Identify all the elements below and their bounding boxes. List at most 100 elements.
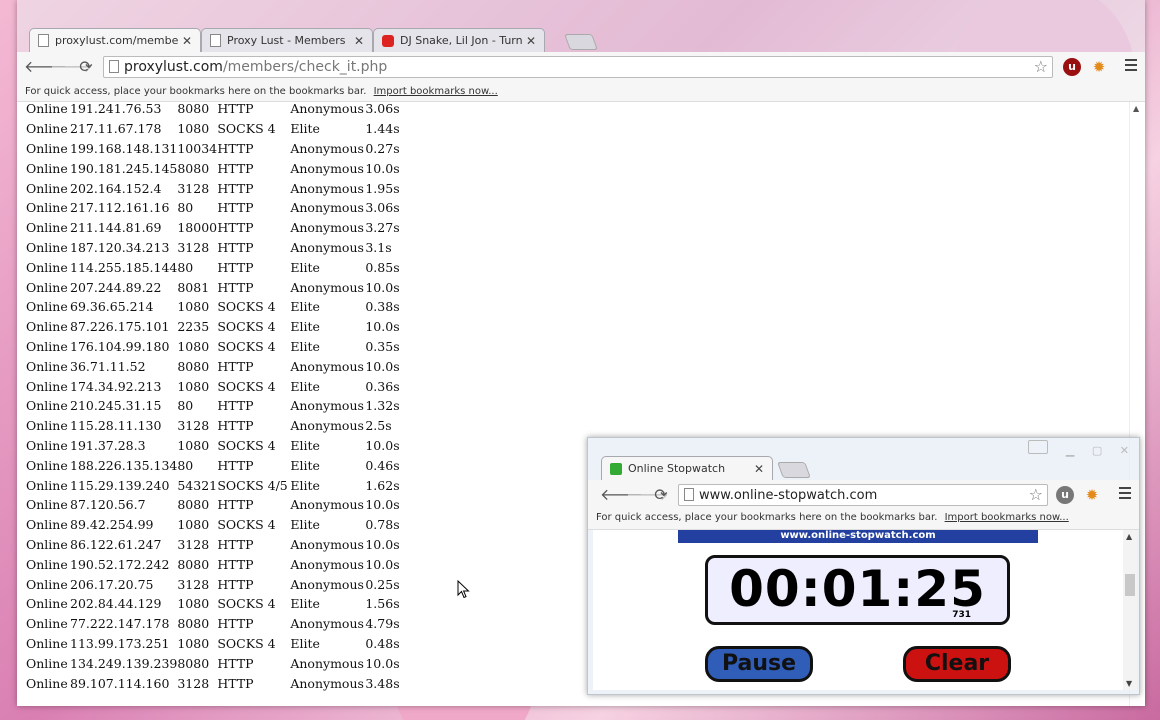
ip-cell: 174.34.92.213 (70, 378, 162, 394)
table-row: Online 174.34.92.213 1080 SOCKS 4 Elite 0.36s (26, 376, 405, 396)
import-bookmarks-link[interactable]: Import bookmarks now... (945, 512, 1069, 523)
scroll-up-icon[interactable]: ▲ (1133, 104, 1139, 113)
window-controls: ▁ ▢ ✕ (1028, 440, 1129, 457)
forward-arrow-icon[interactable]: 🡒 (50, 58, 93, 76)
scroll-thumb[interactable] (1125, 574, 1135, 596)
table-row: Online 188.226.135.134 80 HTTP Elite 0.46s (26, 455, 405, 475)
bookmarks-hint: For quick access, place your bookmarks h… (596, 512, 938, 523)
anonymity-cell: Anonymous (290, 497, 364, 513)
stopwatch-favicon (610, 462, 622, 475)
pause-button[interactable]: Pause (705, 646, 813, 682)
ip-cell: 36.71.11.52 (70, 358, 146, 374)
speed-cell: 3.1s (365, 239, 392, 255)
extension-gear-icon[interactable]: ✹ (1090, 58, 1108, 76)
bookmarks-bar: For quick access, place your bookmarks h… (588, 508, 1139, 530)
type-cell: HTTP (217, 279, 254, 295)
port-cell: 8080 (177, 497, 210, 513)
anonymity-cell: Anonymous (290, 418, 364, 434)
type-cell: HTTP (217, 102, 254, 117)
type-cell: SOCKS 4/5 (217, 477, 288, 493)
port-cell: 1080 (177, 121, 210, 137)
scroll-down-icon[interactable]: ▼ (1126, 679, 1132, 688)
speed-cell: 10.0s (365, 160, 400, 176)
speed-cell: 10.0s (365, 497, 400, 513)
anonymity-cell: Anonymous (290, 576, 364, 592)
tab-online-stopwatch[interactable]: Online Stopwatch ✕ (601, 456, 773, 480)
speed-cell: 10.0s (365, 319, 400, 335)
type-cell: HTTP (217, 418, 254, 434)
profile-icon[interactable] (1028, 440, 1049, 454)
close-tab-icon[interactable]: ✕ (754, 462, 764, 476)
speed-cell: 0.85s (365, 259, 400, 275)
scroll-up-icon[interactable]: ▲ (1126, 532, 1132, 541)
speed-cell: 0.25s (365, 576, 400, 592)
tab-youtube[interactable]: DJ Snake, Lil Jon - Turn ✕ (373, 28, 545, 52)
reload-icon[interactable]: ⟳ (651, 486, 671, 504)
address-bar[interactable]: www.online-stopwatch.com ☆ (678, 484, 1048, 506)
page-icon (109, 60, 119, 73)
speed-cell: 1.56s (365, 596, 400, 612)
back-arrow-icon[interactable]: 🡐 (600, 486, 643, 504)
status-cell: Online (26, 437, 68, 453)
toolbar: 🡐 🡒 ⟳ proxylust.com/members/check_it.php… (17, 52, 1145, 82)
status-cell: Online (26, 121, 68, 137)
status-cell: Online (26, 102, 68, 117)
type-cell: HTTP (217, 358, 254, 374)
status-cell: Online (26, 259, 68, 275)
tab-proxylust-members[interactable]: Proxy Lust - Members Pa ✕ (201, 28, 373, 52)
url-host: proxylust.com (124, 59, 223, 75)
new-tab-button[interactable] (564, 34, 598, 50)
tab-title: Online Stopwatch (628, 462, 726, 475)
menu-icon[interactable] (1125, 59, 1137, 74)
url-text: www.online-stopwatch.com (699, 487, 878, 503)
table-row: Online 115.28.11.130 3128 HTTP Anonymous 2.5s (26, 416, 405, 436)
import-bookmarks-link[interactable]: Import bookmarks now... (374, 86, 498, 97)
ublock-icon[interactable]: u (1056, 486, 1074, 504)
page-icon (684, 488, 694, 501)
table-row: Online 211.144.81.69 18000 HTTP Anonymous 3.2… (26, 218, 405, 238)
new-tab-button[interactable] (777, 462, 811, 478)
close-tab-icon[interactable]: ✕ (354, 34, 364, 48)
speed-cell: 3.48s (365, 675, 400, 691)
status-cell: Online (26, 418, 68, 434)
ip-cell: 89.107.114.160 (70, 675, 170, 691)
close-tab-icon[interactable]: ✕ (182, 34, 192, 48)
ip-cell: 206.17.20.75 (70, 576, 154, 592)
ip-cell: 115.28.11.130 (70, 418, 162, 434)
close-tab-icon[interactable]: ✕ (526, 34, 536, 48)
table-row: Online 115.29.139.240 54321 SOCKS 4/5 Elite 1… (26, 475, 405, 495)
port-cell: 8081 (177, 279, 210, 295)
ip-cell: 187.120.34.213 (70, 239, 170, 255)
ip-cell: 207.244.89.22 (70, 279, 162, 295)
tab-proxylust-check[interactable]: proxylust.com/members/c ✕ (29, 28, 201, 52)
forward-arrow-icon[interactable]: 🡒 (626, 486, 669, 504)
speed-cell: 10.0s (365, 655, 400, 671)
ublock-icon[interactable]: u (1063, 58, 1081, 76)
type-cell: SOCKS 4 (217, 299, 276, 315)
bookmark-star-icon[interactable]: ☆ (1029, 485, 1043, 504)
vertical-scrollbar[interactable]: ▲ ▼ (1123, 530, 1137, 690)
extension-gear-icon[interactable]: ✹ (1083, 486, 1101, 504)
anonymity-cell: Anonymous (290, 140, 364, 156)
type-cell: HTTP (217, 457, 254, 473)
speed-cell: 1.95s (365, 180, 400, 196)
back-arrow-icon[interactable]: 🡐 (24, 58, 67, 76)
anonymity-cell: Elite (290, 635, 320, 651)
ip-cell: 86.122.61.247 (70, 536, 162, 552)
status-cell: Online (26, 200, 68, 216)
reload-icon[interactable]: ⟳ (76, 58, 96, 76)
clear-button[interactable]: Clear (903, 646, 1011, 682)
table-row: Online 89.42.254.99 1080 SOCKS 4 Elite 0.78s (26, 515, 405, 535)
type-cell: HTTP (217, 616, 254, 632)
table-row: Online 114.255.185.144 80 HTTP Elite 0.85s (26, 257, 405, 277)
tab-title: proxylust.com/members/c (55, 34, 178, 47)
status-cell: Online (26, 596, 68, 612)
speed-cell: 10.0s (365, 536, 400, 552)
site-banner[interactable]: www.online-stopwatch.com (678, 530, 1038, 543)
address-bar[interactable]: proxylust.com/members/check_it.php ☆ (103, 56, 1053, 78)
speed-cell: 0.48s (365, 635, 400, 651)
anonymity-cell: Anonymous (290, 616, 364, 632)
bookmark-star-icon[interactable]: ☆ (1034, 57, 1048, 76)
ip-cell: 115.29.139.240 (70, 477, 170, 493)
menu-icon[interactable] (1119, 487, 1131, 502)
